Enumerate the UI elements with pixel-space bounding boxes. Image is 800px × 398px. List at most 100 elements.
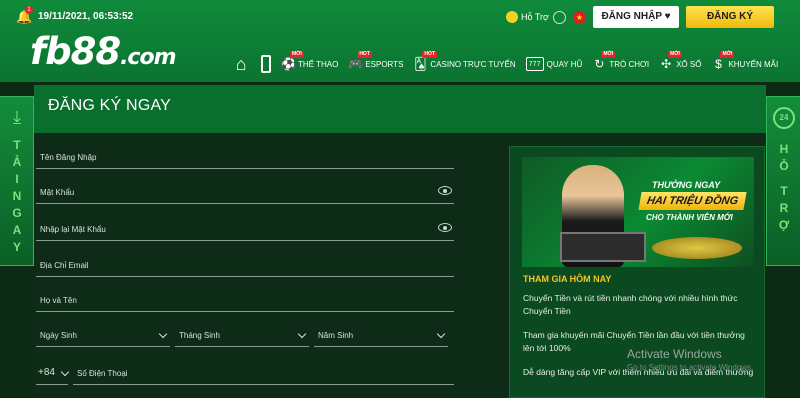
chevron-down-icon: [60, 367, 70, 377]
password-field[interactable]: Mật Khẩu: [36, 180, 454, 204]
header-datetime: 19/11/2021, 06:53:52: [38, 11, 134, 22]
activate-windows-watermark: Activate Windows: [627, 347, 722, 361]
dob-month-label: Tháng Sinh: [179, 331, 220, 340]
dob-month-select[interactable]: Tháng Sinh: [175, 323, 309, 347]
support-24-icon: 24: [773, 107, 795, 129]
gamepad-icon: 🎮: [348, 57, 364, 71]
new-tag: MỚI: [290, 51, 304, 58]
phone-field[interactable]: Số Điện Thoại: [73, 361, 454, 385]
banner-line2: HAI TRIỆU ĐỒNG: [638, 192, 747, 210]
country-code-label: +84: [38, 367, 55, 378]
promo-heading: THAM GIA HÔM NAY: [523, 274, 612, 284]
main-nav: ⌂ MỚI ⚽ THỂ THAO HOT 🎮 ESPORTS HOT 🂡 CAS…: [226, 50, 783, 78]
site-logo[interactable]: fb88.com: [30, 30, 177, 73]
vietnam-flag-icon[interactable]: ★: [573, 11, 586, 24]
vertical-letter: A: [12, 223, 22, 237]
nav-lottery[interactable]: MỚI ✣ XỔ SỐ: [654, 50, 706, 78]
vertical-letter: H: [779, 142, 789, 156]
activate-windows-subtext: Go to Settings to activate Windows.: [627, 363, 754, 372]
vertical-letter: N: [12, 189, 22, 203]
dob-day-select[interactable]: Ngày Sinh: [36, 323, 170, 347]
phone-placeholder: Số Điện Thoại: [77, 369, 128, 378]
new-tag: MỚI: [720, 51, 735, 58]
promo-paragraph: Chuyển Tiền và rút tiền nhanh chóng với …: [523, 293, 738, 316]
top-header: 🔔 1 19/11/2021, 06:53:52 fb88.com Hỗ Trợ…: [0, 0, 800, 82]
mobile-icon: [261, 55, 271, 73]
new-tag: MỚI: [668, 51, 682, 58]
vertical-letter: Y: [12, 240, 21, 254]
hot-tag: HOT: [357, 51, 372, 58]
username-field[interactable]: Tên Đăng Nhập: [36, 145, 454, 169]
username-placeholder: Tên Đăng Nhập: [40, 153, 97, 162]
nav-home[interactable]: ⌂: [226, 50, 256, 78]
chevron-down-icon: [297, 329, 307, 339]
nav-label: QUAY HŨ: [546, 59, 583, 69]
nav-sports[interactable]: MỚI ⚽ THỂ THAO: [276, 50, 343, 78]
chevron-down-icon: [436, 329, 446, 339]
chevron-down-icon: [158, 329, 168, 339]
slot-icon: 777: [525, 57, 544, 71]
password-placeholder: Mật Khẩu: [40, 188, 75, 197]
confirm-password-placeholder: Nhập lại Mật Khẩu: [40, 225, 106, 234]
nav-games[interactable]: MỚI ↻ TRÒ CHƠI: [587, 50, 654, 78]
page-title: ĐĂNG KÝ NGAY: [48, 97, 172, 114]
logo-main: fb88: [30, 30, 121, 73]
banner-line1: THƯỞNG NGAY: [652, 180, 721, 190]
vertical-letter: R: [779, 201, 789, 215]
nav-label: CASINO TRỰC TUYẾN: [430, 59, 516, 69]
promo-banner[interactable]: THƯỞNG NGAY HAI TRIỆU ĐỒNG CHO THÀNH VIÊ…: [522, 157, 754, 267]
register-button[interactable]: ĐĂNG KÝ: [686, 6, 774, 28]
logo-suffix: .com: [120, 45, 176, 70]
support-label: Hỗ Trợ: [521, 12, 549, 22]
letter-gap: [776, 175, 792, 183]
nav-label: XỔ SỐ: [676, 59, 702, 69]
login-button[interactable]: ĐĂNG NHẬP ♥: [593, 6, 679, 28]
dob-day-label: Ngày Sinh: [40, 331, 77, 340]
vertical-letter: I: [15, 172, 19, 186]
nav-promotions[interactable]: MỚI $ KHUYẾN MÃI: [706, 50, 783, 78]
support-link[interactable]: Hỗ Trợ: [506, 11, 549, 23]
nav-label: TRÒ CHƠI: [609, 59, 650, 69]
email-field[interactable]: Địa Chỉ Email: [36, 253, 454, 277]
email-placeholder: Địa Chỉ Email: [40, 261, 89, 270]
eye-icon[interactable]: [438, 186, 452, 195]
hot-tag: HOT: [422, 51, 437, 58]
country-code-select[interactable]: +84: [36, 361, 70, 385]
confirm-password-field[interactable]: Nhập lại Mật Khẩu: [36, 217, 454, 241]
nav-label: ESPORTS: [365, 59, 404, 69]
nav-label: THỂ THAO: [298, 59, 339, 69]
fullname-placeholder: Họ và Tên: [40, 296, 77, 305]
cards-icon: 🂡: [414, 57, 427, 71]
nav-mobile[interactable]: [256, 50, 276, 78]
chat-icon: [506, 11, 518, 23]
vertical-letter: T: [13, 138, 21, 152]
vertical-letter: Ỗ: [779, 159, 789, 173]
language-option-icon[interactable]: [553, 11, 566, 24]
support-sidebar[interactable]: 24 H Ỗ T R Ợ: [766, 96, 800, 266]
vertical-letter: G: [12, 206, 22, 220]
soccer-icon: ⚽: [281, 57, 296, 71]
nav-label: KHUYẾN MÃI: [728, 59, 779, 69]
vertical-letter: T: [780, 184, 788, 198]
nav-esports[interactable]: HOT 🎮 ESPORTS: [343, 50, 408, 78]
new-tag: MỚI: [601, 51, 616, 58]
games-icon: ↻: [594, 57, 605, 71]
download-icon: ⤓: [13, 107, 21, 127]
download-sidebar[interactable]: ⤓ T Ả I N G A Y: [0, 96, 34, 266]
eye-icon[interactable]: [438, 223, 452, 232]
support-vertical-text: H Ỗ T R Ợ: [776, 141, 792, 234]
banner-coins-image: [652, 237, 742, 259]
banner-line3: CHO THÀNH VIÊN MỚI: [646, 213, 733, 222]
fullname-field[interactable]: Họ và Tên: [36, 288, 454, 312]
download-vertical-text: T Ả I N G A Y: [9, 137, 25, 256]
dob-year-select[interactable]: Năm Sinh: [314, 323, 448, 347]
vertical-letter: Ợ: [778, 218, 790, 232]
lottery-icon: ✣: [661, 57, 672, 71]
dob-year-label: Năm Sinh: [318, 331, 354, 340]
notification-badge: 1: [25, 6, 33, 14]
promo-icon: $: [715, 57, 722, 71]
banner-laptop-image: [560, 232, 646, 262]
home-icon: ⌂: [235, 54, 247, 74]
nav-slots[interactable]: 777 QUAY HŨ: [521, 50, 588, 78]
nav-casino[interactable]: HOT 🂡 CASINO TRỰC TUYẾN: [408, 50, 520, 78]
